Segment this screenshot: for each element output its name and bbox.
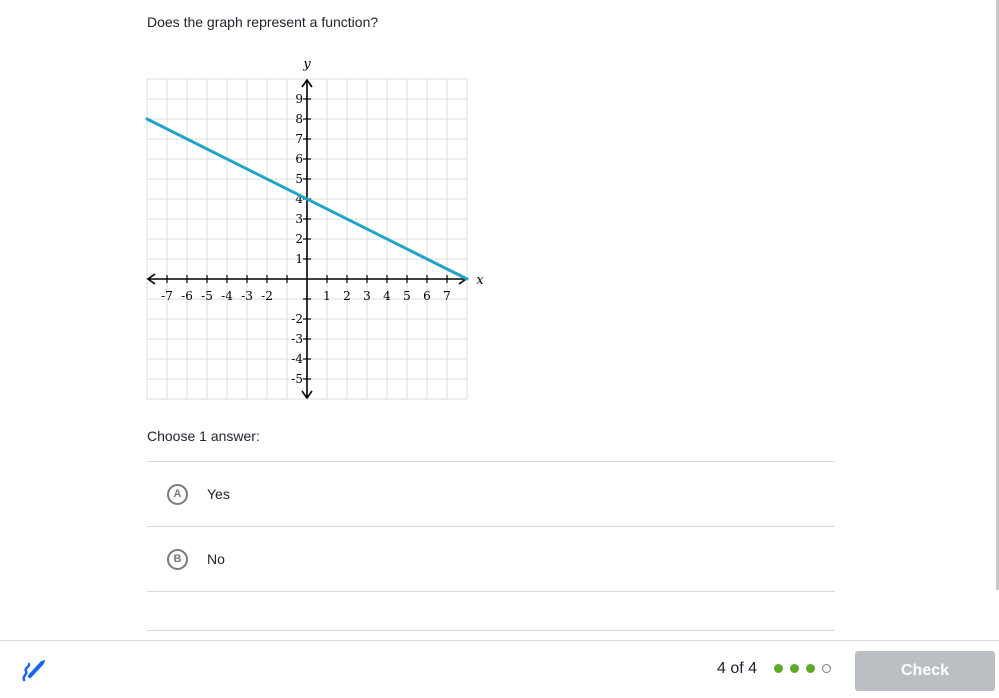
y-tick-label: 3	[295, 212, 303, 226]
x-tick-label: 5	[403, 289, 411, 303]
choice-a[interactable]: A Yes	[147, 462, 835, 526]
progress-dot	[790, 664, 799, 673]
y-tick-label: -4	[291, 352, 303, 366]
y-tick-label: 2	[295, 232, 303, 246]
x-tick-label: -5	[201, 289, 213, 303]
x-tick-label: 4	[383, 289, 391, 303]
choice-b-label: No	[207, 551, 225, 567]
coordinate-graph: -7 -6 -5 -4 -3 -2 1 2 3 4 5 6 7987654321-2-3-4-5xy	[145, 57, 484, 400]
check-button[interactable]: Check	[855, 651, 995, 691]
choose-label: Choose 1 answer:	[147, 428, 260, 444]
y-tick-label: -2	[291, 312, 303, 326]
x-tick-label: 3	[363, 289, 371, 303]
y-tick-label: 8	[295, 112, 303, 126]
progress-dot	[822, 664, 831, 673]
footer-bar: 4 of 4 Check	[0, 640, 999, 698]
divider	[147, 591, 835, 592]
progress-dot	[806, 664, 815, 673]
y-tick-label: 5	[295, 172, 303, 186]
pencil-icon[interactable]	[20, 658, 46, 689]
y-tick-label: 7	[295, 132, 303, 146]
question-text: Does the graph represent a function?	[147, 14, 379, 30]
progress-dots	[774, 664, 831, 673]
progress-text: 4 of 4	[717, 660, 758, 677]
choice-b[interactable]: B No	[147, 527, 835, 591]
y-axis-label: y	[302, 57, 311, 72]
x-tick-label: 1	[323, 289, 331, 303]
y-tick-label: -5	[291, 372, 303, 386]
choice-a-letter: A	[167, 483, 188, 505]
x-axis-label: x	[476, 273, 484, 288]
x-tick-label: -7	[161, 289, 173, 303]
y-tick-label: 9	[295, 92, 303, 106]
y-tick-label: 1	[295, 252, 303, 266]
divider	[147, 630, 835, 631]
x-tick-label: -3	[241, 289, 253, 303]
x-tick-label: -4	[221, 289, 233, 303]
choice-a-label: Yes	[207, 486, 230, 502]
y-tick-label: -3	[291, 332, 303, 346]
x-tick-label: 6	[423, 289, 431, 303]
x-tick-label: -6	[181, 289, 193, 303]
choice-b-letter: B	[167, 548, 188, 570]
x-tick-label: 7	[443, 289, 451, 303]
x-tick-label: 2	[343, 289, 351, 303]
x-tick-label: -2	[261, 289, 273, 303]
progress-dot	[774, 664, 783, 673]
y-tick-label: 6	[295, 152, 303, 166]
